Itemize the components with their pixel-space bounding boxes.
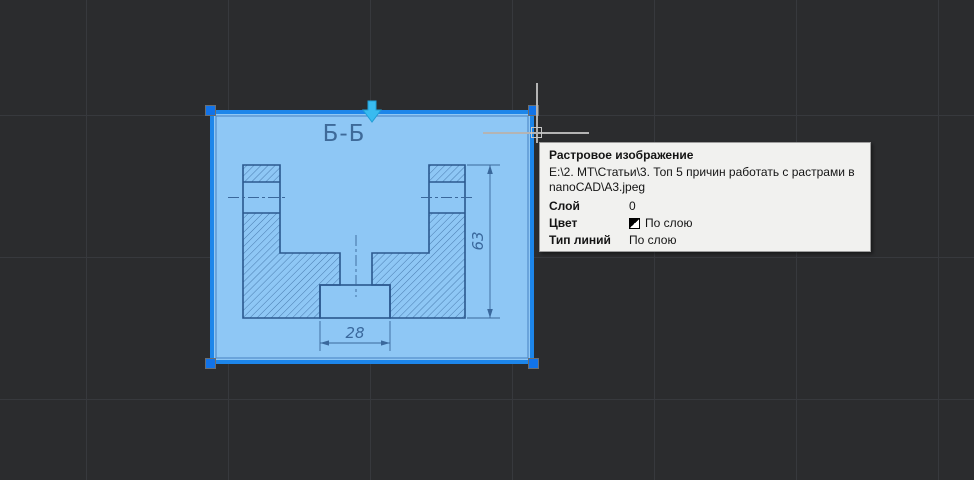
tooltip-title: Растровое изображение [549,148,694,162]
linetype-label: Тип линий [549,233,611,247]
selection-grip-bottom-right[interactable] [527,357,539,369]
cad-drawing-canvas[interactable]: Б-Б 63 28 Растровое изображение E:\2. МТ… [0,0,974,480]
dimension-height-label: 63 [469,231,487,250]
properties-tooltip: Растровое изображение E:\2. МТ\Статьи\3.… [539,142,871,252]
down-arrow-grip-icon[interactable] [361,100,383,124]
crosshair-pickbox [531,127,542,138]
selection-grip-top-left[interactable] [204,104,216,116]
tooltip-file-path: E:\2. МТ\Статьи\3. Топ 5 причин работать… [549,165,855,194]
layer-label: Слой [549,199,580,213]
bylayer-color-swatch-icon [629,218,640,229]
selection-grip-bottom-left[interactable] [204,357,216,369]
linetype-value: По слою [629,233,677,247]
tooltip-row-linetype: Тип линий По слою [549,232,861,249]
color-value-text: По слою [645,216,693,230]
section-title-label: Б-Б [323,121,366,147]
color-label: Цвет [549,216,578,230]
layer-value: 0 [629,199,636,213]
dimension-width-label: 28 [345,324,364,342]
tooltip-row-layer: Слой 0 [549,198,861,215]
color-value: По слою [629,216,692,231]
tooltip-row-color: Цвет По слою [549,215,861,232]
raster-image-object[interactable]: Б-Б 63 28 [210,110,534,364]
